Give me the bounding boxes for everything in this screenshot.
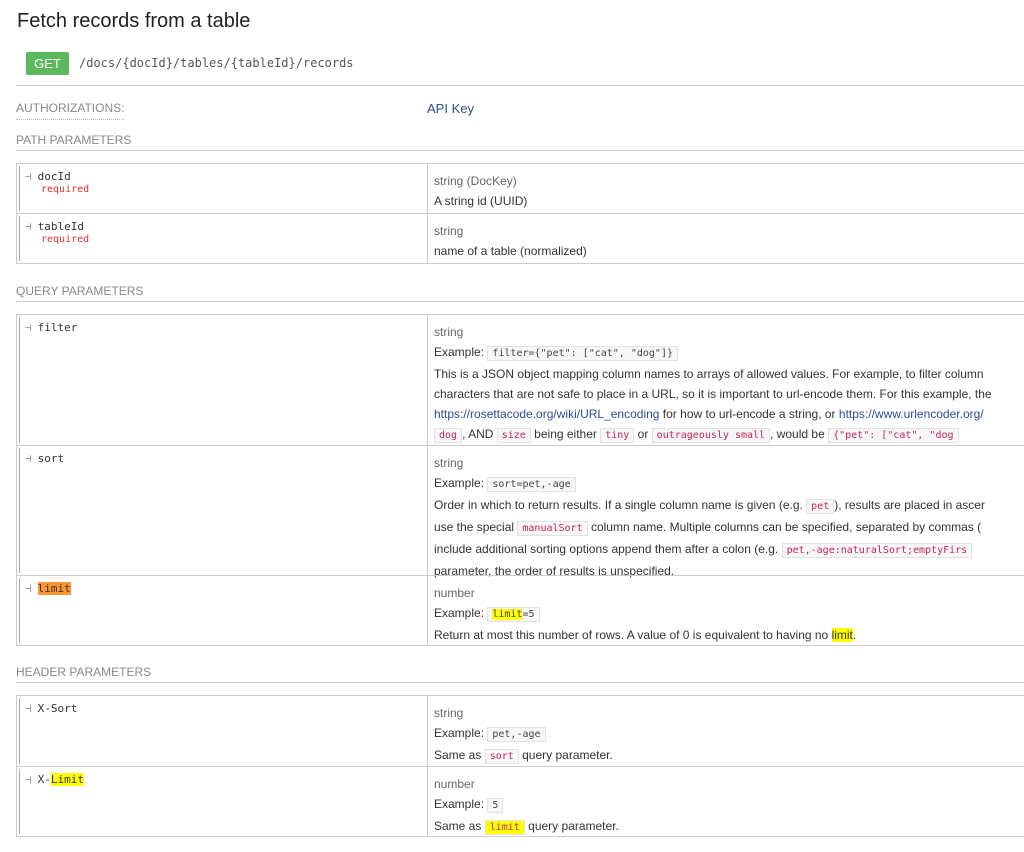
param-type: string	[434, 456, 464, 470]
description-line: This is a JSON object mapping column nam…	[434, 367, 984, 381]
example-label: Example:	[434, 345, 485, 359]
inline-code: size	[496, 428, 531, 443]
param-tick-icon: ⊣	[25, 702, 32, 715]
param-row-limit: ⊣ limit number Example: limit=5 Return at…	[16, 575, 1024, 646]
inline-code: manualSort	[517, 521, 588, 536]
inline-code: outrageously small	[651, 428, 771, 443]
example-code: pet,-age	[487, 727, 546, 742]
http-method-badge: GET	[26, 52, 69, 75]
divider	[16, 301, 1024, 302]
query-parameters-heading: QUERY PARAMETERS	[16, 284, 144, 298]
example-label: Example:	[434, 726, 485, 740]
param-name: tableId	[37, 220, 84, 233]
param-tick-icon: ⊣	[25, 321, 32, 334]
param-row-tableid: ⊣ tableId required string name of a table…	[16, 213, 1024, 264]
param-tick-icon: ⊣	[25, 452, 32, 465]
param-row-filter: ⊣ filter string Example: filter={"pet": […	[16, 314, 1024, 446]
urlencoder-link[interactable]: https://www.urlencoder.org/	[839, 407, 984, 421]
param-name: docId	[37, 170, 71, 183]
page-title: Fetch records from a table	[17, 10, 251, 32]
example-label: Example:	[434, 476, 485, 490]
search-highlight: limit	[831, 628, 853, 642]
inline-code: limit	[484, 820, 525, 835]
example-code: filter={"pet": ["cat", "dog"]}	[487, 346, 678, 361]
example-code: limit=5	[487, 607, 540, 622]
inline-code: tiny	[600, 428, 635, 443]
param-type: string	[434, 224, 464, 238]
header-parameters-heading: HEADER PARAMETERS	[16, 665, 152, 679]
param-name: filter	[37, 321, 78, 334]
description-line: characters that are not safe to place in…	[434, 387, 992, 401]
required-label: required	[41, 184, 90, 195]
api-key-link[interactable]: API Key	[427, 101, 474, 116]
endpoint-path: /docs/{docId}/tables/{tableId}/records	[79, 56, 354, 70]
example-code: 5	[487, 798, 504, 813]
divider	[16, 682, 1024, 683]
divider	[16, 85, 1024, 86]
required-label: required	[41, 234, 90, 245]
authorizations-label: AUTHORIZATIONS:	[16, 101, 125, 115]
param-row-sort: ⊣ sort string Example: sort=pet,-age Orde…	[16, 445, 1024, 578]
path-parameters-heading: PATH PARAMETERS	[16, 133, 132, 147]
param-tick-icon: ⊣	[25, 170, 32, 183]
param-type: string	[434, 706, 464, 720]
inline-code: sort	[484, 749, 519, 764]
param-name: X-	[37, 773, 51, 786]
param-name: sort	[37, 452, 65, 465]
divider	[16, 119, 124, 120]
param-name: limit	[37, 582, 71, 595]
example-label: Example:	[434, 606, 485, 620]
param-row-docid: ⊣ docId required string (DocKey) A string…	[16, 163, 1024, 214]
inline-code: {"pet": ["cat", "dog	[828, 428, 959, 443]
inline-code: pet	[806, 499, 835, 514]
inline-code: dog	[434, 428, 463, 443]
param-type: string (DocKey)	[434, 174, 517, 188]
example-label: Example:	[434, 797, 485, 811]
rosettacode-link[interactable]: https://rosettacode.org/wiki/URL_encodin…	[434, 407, 659, 421]
param-tick-icon: ⊣	[25, 773, 32, 786]
param-type: string	[434, 325, 464, 339]
param-description: name of a table (normalized)	[434, 244, 587, 258]
param-type: number	[434, 586, 475, 600]
param-type: number	[434, 777, 475, 791]
param-row-x-limit: ⊣ X-Limit number Example: 5 Same as limit…	[16, 766, 1024, 837]
divider	[16, 150, 1024, 151]
param-tick-icon: ⊣	[25, 582, 32, 595]
param-row-x-sort: ⊣ X-Sort string Example: pet,-age Same as…	[16, 695, 1024, 767]
param-tick-icon: ⊣	[25, 220, 32, 233]
inline-code: pet,-age:naturalSort;emptyFirs	[781, 543, 973, 558]
search-highlight: Limit	[50, 773, 84, 786]
example-code: sort=pet,-age	[487, 477, 576, 492]
param-name: X-Sort	[37, 702, 78, 715]
param-description: A string id (UUID)	[434, 194, 528, 208]
